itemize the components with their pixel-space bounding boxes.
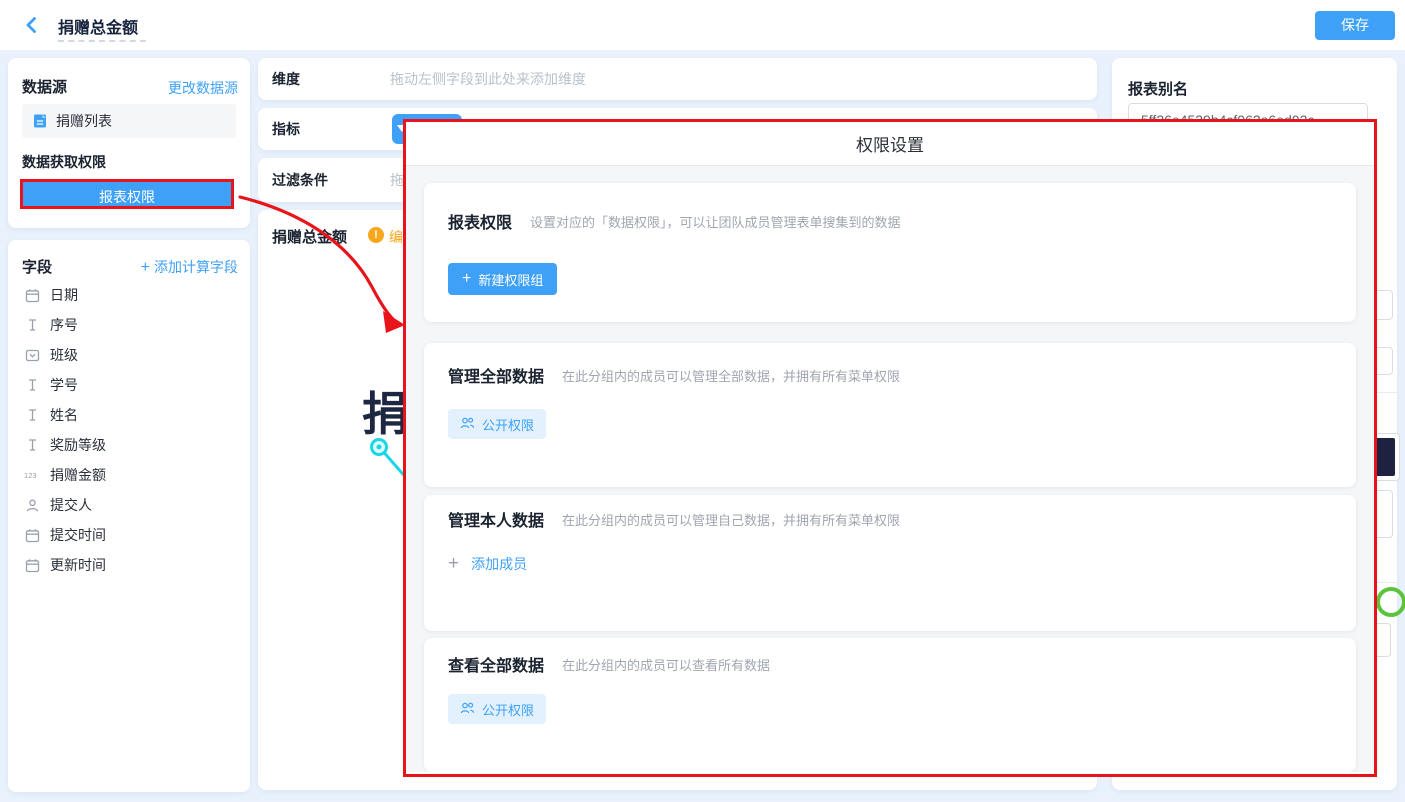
dimension-label: 维度 (272, 58, 300, 100)
page-title: 捐赠总金额 (58, 14, 138, 38)
plus-icon: + (448, 553, 459, 575)
field-row-submit-time[interactable]: 提交时间 (8, 520, 250, 550)
field-row-reward-level[interactable]: 奖励等级 (8, 430, 250, 460)
field-row-donation-amount[interactable]: 123 捐赠金额 (8, 460, 250, 490)
section-description: 在此分组内的成员可以管理全部数据，并拥有所有菜单权限 (562, 366, 900, 385)
field-row-update-time[interactable]: 更新时间 (8, 550, 250, 580)
edit-link[interactable]: 编 (389, 227, 403, 247)
topbar: 捐赠总金额 保存 (0, 0, 1405, 50)
field-row-name[interactable]: 姓名 (8, 400, 250, 430)
section-description: 在此分组内的成员可以管理自己数据，并拥有所有菜单权限 (562, 510, 900, 529)
view-all-data-section: 查看全部数据 在此分组内的成员可以查看所有数据 公开权限 (424, 638, 1356, 772)
new-permission-group-label: 新建权限组 (478, 270, 543, 289)
calendar-icon (24, 288, 40, 303)
plus-icon: + (462, 270, 471, 288)
permission-settings-modal: 权限设置 报表权限 设置对应的「数据权限」，可以让团队成员管理表单搜集到的数据 … (403, 119, 1377, 777)
field-row-class[interactable]: 班级 (8, 340, 250, 370)
people-icon (460, 416, 475, 433)
public-permission-label: 公开权限 (482, 700, 534, 719)
data-access-title: 数据获取权限 (22, 152, 106, 172)
manage-own-data-section: 管理本人数据 在此分组内的成员可以管理自己数据，并拥有所有菜单权限 + 添加成员 (424, 495, 1356, 631)
new-permission-group-button[interactable]: + 新建权限组 (448, 263, 557, 295)
calendar-icon (24, 528, 40, 543)
field-label: 序号 (50, 315, 78, 335)
report-alias-label: 报表别名 (1128, 78, 1188, 99)
back-button[interactable] (22, 15, 42, 35)
add-member-label: 添加成员 (471, 554, 527, 574)
field-label: 姓名 (50, 405, 78, 425)
public-permission-tag[interactable]: 公开权限 (448, 694, 546, 724)
filter-dropzone[interactable]: 拖 (390, 158, 404, 202)
section-description: 在此分组内的成员可以查看所有数据 (562, 655, 770, 674)
text-icon (24, 318, 40, 333)
field-label: 提交时间 (50, 525, 106, 545)
add-calc-field-link[interactable]: +添加计算字段 (141, 257, 238, 277)
field-row-student-id[interactable]: 学号 (8, 370, 250, 400)
people-icon (460, 701, 475, 718)
manage-all-data-section: 管理全部数据 在此分组内的成员可以管理全部数据，并拥有所有菜单权限 公开权限 (424, 343, 1356, 487)
section-heading: 查看全部数据 (448, 652, 544, 676)
report-builder-page: 捐赠总金额 保存 数据源 更改数据源 捐赠列表 数据获取权限 报表权限 字段 +… (0, 0, 1405, 802)
datasource-panel: 数据源 更改数据源 捐赠列表 数据获取权限 报表权限 (8, 58, 250, 228)
field-row-serial[interactable]: 序号 (8, 310, 250, 340)
filter-label: 过滤条件 (272, 158, 328, 202)
text-icon (24, 408, 40, 423)
number-icon: 123 (24, 468, 40, 483)
plus-icon: + (141, 259, 150, 276)
text-icon (24, 438, 40, 453)
user-icon (24, 498, 40, 513)
field-label: 更新时间 (50, 555, 106, 575)
field-row-date[interactable]: 日期 (8, 280, 250, 310)
datasource-item-label: 捐赠列表 (56, 111, 112, 131)
datasource-item[interactable]: 捐赠列表 (22, 104, 236, 138)
dimension-row: 维度 拖动左侧字段到此处来添加维度 (258, 58, 1097, 100)
add-calc-field-label: 添加计算字段 (154, 259, 238, 275)
field-label: 班级 (50, 345, 78, 365)
save-button[interactable]: 保存 (1315, 11, 1395, 40)
modal-title: 权限设置 (406, 122, 1374, 166)
public-permission-tag[interactable]: 公开权限 (448, 409, 546, 439)
warning-icon: ! (368, 227, 384, 243)
toggle-ring[interactable] (1376, 587, 1405, 617)
section-heading: 管理本人数据 (448, 507, 544, 531)
field-label: 日期 (50, 285, 78, 305)
field-label: 奖励等级 (50, 435, 106, 455)
field-label: 提交人 (50, 495, 92, 515)
chevron-left-icon (22, 22, 42, 39)
field-label: 捐赠金额 (50, 465, 106, 485)
add-member-link[interactable]: + 添加成员 (448, 553, 527, 575)
calendar-icon (24, 558, 40, 573)
svg-text:123: 123 (24, 471, 37, 480)
change-datasource-link[interactable]: 更改数据源 (168, 78, 238, 98)
section-heading: 管理全部数据 (448, 363, 544, 387)
metric-section-label: 捐赠总金额 (272, 226, 347, 247)
field-list: 日期 序号 班级 学号 姓名 奖励等级 123 (8, 280, 250, 580)
field-label: 学号 (50, 375, 78, 395)
report-permission-button[interactable]: 报表权限 (20, 179, 234, 209)
modal-body: 报表权限 设置对应的「数据权限」，可以让团队成员管理表单搜集到的数据 + 新建权限… (406, 166, 1374, 772)
datasource-title: 数据源 (22, 76, 67, 97)
fields-title: 字段 (22, 256, 52, 277)
section-heading: 报表权限 (448, 209, 512, 233)
title-underline (58, 40, 146, 42)
dimension-dropzone[interactable]: 拖动左侧字段到此处来添加维度 (390, 58, 586, 100)
field-row-submitter[interactable]: 提交人 (8, 490, 250, 520)
section-description: 设置对应的「数据权限」，可以让团队成员管理表单搜集到的数据 (530, 212, 901, 231)
public-permission-label: 公开权限 (482, 415, 534, 434)
fields-panel: 字段 +添加计算字段 日期 序号 班级 学号 姓名 (8, 240, 250, 792)
report-permission-section: 报表权限 设置对应的「数据权限」，可以让团队成员管理表单搜集到的数据 + 新建权限… (424, 183, 1356, 322)
select-icon (24, 348, 40, 363)
metric-label: 指标 (272, 108, 300, 150)
text-icon (24, 378, 40, 393)
document-icon (32, 114, 48, 129)
